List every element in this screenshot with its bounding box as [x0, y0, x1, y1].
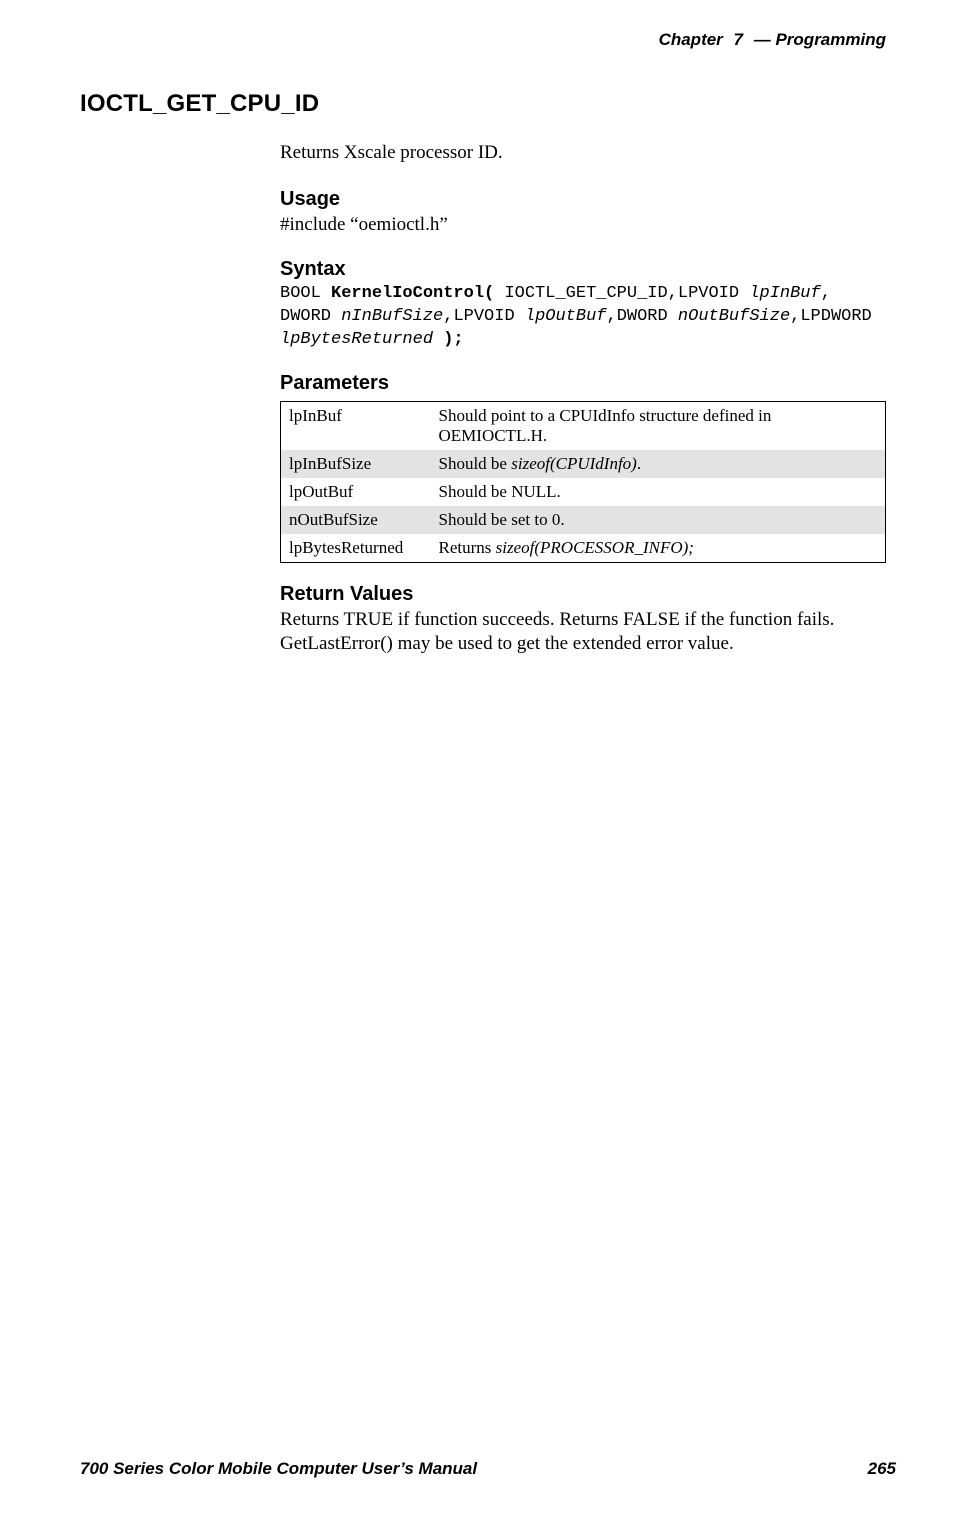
param-desc-text: .	[637, 454, 641, 473]
content-block: Returns Xscale processor ID. Usage #incl…	[280, 142, 886, 657]
syntax-token: BOOL	[280, 284, 331, 303]
header-chapter-word: Chapter	[659, 30, 723, 49]
param-desc: Should be set to 0.	[431, 506, 886, 534]
param-name: lpInBufSize	[281, 450, 431, 478]
header-chapter-title: Programming	[775, 30, 886, 49]
syntax-block: BOOL KernelIoControl( IOCTL_GET_CPU_ID,L…	[280, 283, 886, 352]
param-desc-ital: sizeof(PROCESSOR_INFO);	[496, 538, 694, 557]
running-header: Chapter 7 — Programming	[80, 30, 896, 50]
param-desc: Should point to a CPUIdInfo structure de…	[431, 401, 886, 450]
param-desc-text: Returns	[439, 538, 496, 557]
table-row: lpOutBuf Should be NULL.	[281, 478, 886, 506]
param-desc-text: Should be	[439, 454, 512, 473]
table-row: nOutBufSize Should be set to 0.	[281, 506, 886, 534]
usage-text: #include “oemioctl.h”	[280, 213, 886, 238]
param-desc-text: Should be NULL.	[439, 482, 561, 501]
param-name: nOutBufSize	[281, 506, 431, 534]
table-row: lpInBufSize Should be sizeof(CPUIdInfo).	[281, 450, 886, 478]
page: Chapter 7 — Programming IOCTL_GET_CPU_ID…	[0, 0, 976, 1519]
syntax-token: nInBufSize	[341, 307, 443, 326]
param-name: lpOutBuf	[281, 478, 431, 506]
param-desc-text: Should point to a CPUIdInfo structure de…	[439, 406, 772, 445]
header-dash: —	[754, 30, 771, 49]
syntax-token: lpBytesReturned	[280, 330, 433, 349]
syntax-token: ,LPVOID	[443, 307, 525, 326]
param-desc-ital: sizeof(CPUIdInfo)	[511, 454, 637, 473]
param-desc: Should be sizeof(CPUIdInfo).	[431, 450, 886, 478]
table-row: lpInBuf Should point to a CPUIdInfo stru…	[281, 401, 886, 450]
usage-heading: Usage	[280, 188, 886, 211]
syntax-token: ,	[821, 284, 831, 303]
footer-manual-title: 700 Series Color Mobile Computer User’s …	[80, 1459, 477, 1479]
page-footer: 700 Series Color Mobile Computer User’s …	[80, 1459, 896, 1479]
parameters-table: lpInBuf Should point to a CPUIdInfo stru…	[280, 401, 886, 563]
param-name: lpInBuf	[281, 401, 431, 450]
syntax-token: IOCTL_GET_CPU_ID,LPVOID	[494, 284, 749, 303]
syntax-token: DWORD	[280, 307, 341, 326]
syntax-token: ,DWORD	[607, 307, 678, 326]
param-desc: Returns sizeof(PROCESSOR_INFO);	[431, 534, 886, 563]
table-row: lpBytesReturned Returns sizeof(PROCESSOR…	[281, 534, 886, 563]
param-desc-text: Should be set to 0.	[439, 510, 565, 529]
syntax-token: ,LPDWORD	[790, 307, 872, 326]
intro-text: Returns Xscale processor ID.	[280, 142, 886, 164]
syntax-token: lpInBuf	[749, 284, 820, 303]
syntax-token: KernelIoControl(	[331, 284, 494, 303]
section-title: IOCTL_GET_CPU_ID	[80, 90, 896, 118]
footer-page-number: 265	[868, 1459, 896, 1479]
parameters-heading: Parameters	[280, 372, 886, 395]
syntax-heading: Syntax	[280, 258, 886, 281]
syntax-token: );	[433, 330, 464, 349]
return-values-heading: Return Values	[280, 583, 886, 606]
param-desc: Should be NULL.	[431, 478, 886, 506]
header-chapter-number: 7	[734, 30, 743, 49]
return-values-text: Returns TRUE if function succeeds. Retur…	[280, 608, 886, 657]
param-name: lpBytesReturned	[281, 534, 431, 563]
syntax-token: lpOutBuf	[525, 307, 607, 326]
syntax-token: nOutBufSize	[678, 307, 790, 326]
